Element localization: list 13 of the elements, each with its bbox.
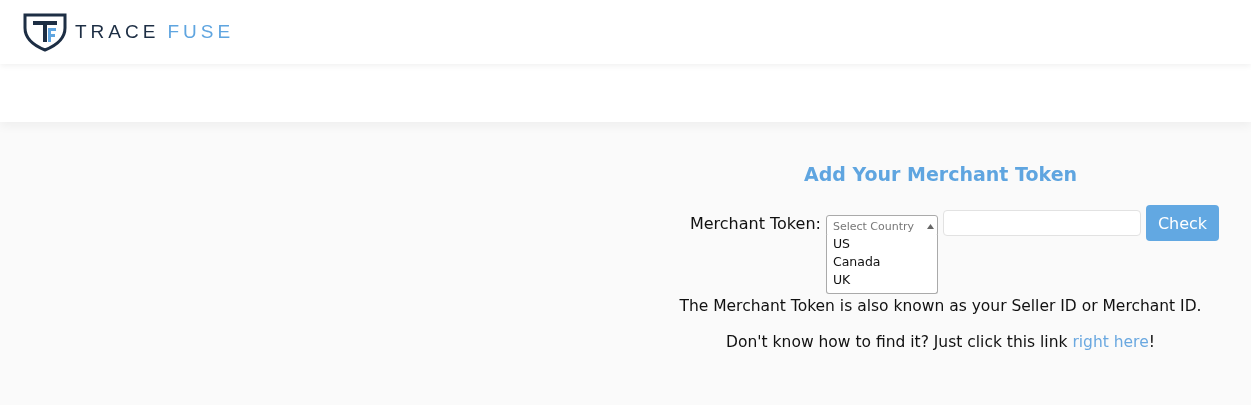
dropdown-option[interactable]: Canada xyxy=(832,253,937,271)
dropdown-option[interactable]: UK xyxy=(832,271,937,289)
logo-text: FUSE xyxy=(167,21,235,43)
shield-logo-icon xyxy=(23,12,67,52)
token-input-field[interactable] xyxy=(942,210,1141,236)
country-select[interactable]: Select Country xyxy=(825,215,938,237)
caret-icon xyxy=(926,223,934,229)
field-label: Merchant Token: xyxy=(689,213,821,233)
help-text: Don't know how to find it? Just click this link right here! xyxy=(726,333,1155,351)
form-title: Add Your Merchant Token xyxy=(803,163,1078,185)
logo-text: TRACE xyxy=(75,21,160,43)
dropdown-option[interactable]: US xyxy=(832,235,937,253)
info-text: The Merchant Token is also known as your Seller ID or Merchant ID. xyxy=(679,297,1202,315)
